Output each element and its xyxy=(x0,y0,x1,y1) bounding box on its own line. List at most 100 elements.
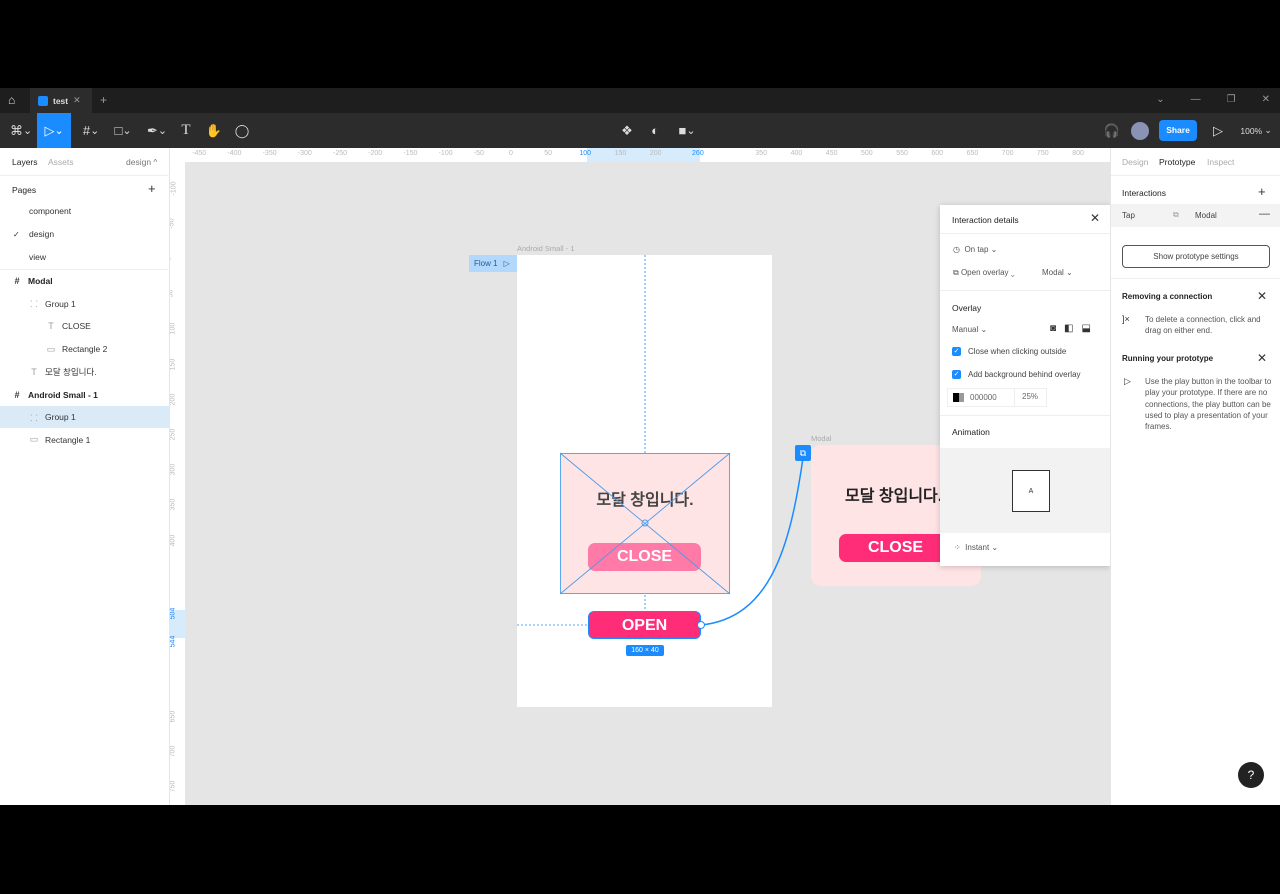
modal-frame-label[interactable]: Modal xyxy=(811,434,831,443)
add-interaction-icon[interactable]: + xyxy=(1258,184,1266,199)
center-position-icon[interactable]: ◙ xyxy=(1050,323,1056,334)
opacity-value[interactable]: 25% xyxy=(1014,388,1038,407)
overlay-icon: ⧉ xyxy=(953,268,959,277)
share-button[interactable]: Share xyxy=(1159,120,1197,141)
layer-item[interactable]: T CLOSE xyxy=(0,315,170,337)
layer-item[interactable]: # Modal xyxy=(0,270,170,292)
main-menu-icon[interactable]: ⌘ ⌄ xyxy=(6,113,36,148)
page-item[interactable]: component xyxy=(0,200,170,222)
modal-frame-text: 모달 창입니다. xyxy=(845,488,943,505)
canvas[interactable]: -450 -400 -350 -300 -250 -200 -150 -100 -50 0 50 10… xyxy=(170,148,1110,805)
close-tab-icon[interactable]: ✕ xyxy=(73,95,81,106)
file-tab[interactable]: test ✕ xyxy=(30,88,92,113)
close-tip-icon[interactable]: ✕ xyxy=(1257,289,1267,303)
text-icon: T xyxy=(48,321,54,332)
present-icon[interactable]: ▷ xyxy=(1210,113,1226,148)
removing-connection-title: Removing a connection xyxy=(1122,292,1213,301)
tab-prototype[interactable]: Prototype xyxy=(1159,157,1195,167)
layer-label: Rectangle 2 xyxy=(62,344,108,355)
home-icon[interactable]: ⌂ xyxy=(8,93,15,107)
page-item[interactable]: ✓ design xyxy=(0,223,170,245)
running-prototype-text: Use the play button in the toolbar to pl… xyxy=(1145,377,1272,432)
add-background-checkbox[interactable]: ✓ Add background behind overlay xyxy=(952,370,1081,379)
show-prototype-settings-button[interactable]: Show prototype settings xyxy=(1122,245,1270,268)
text-icon: T xyxy=(31,366,37,377)
trigger-dropdown[interactable]: ◷ On tap ⌄ xyxy=(953,245,997,254)
headphones-icon[interactable]: 🎧 xyxy=(1103,113,1121,148)
tab-layers[interactable]: Layers xyxy=(12,157,38,167)
text-tool-icon[interactable]: T xyxy=(176,113,196,148)
modal-close-button[interactable]: CLOSE xyxy=(839,534,952,562)
instant-icon: ⁘ xyxy=(954,543,961,552)
color-hex[interactable]: 000000 xyxy=(970,393,1014,402)
interaction-row[interactable]: Tap ⧉ Modal — xyxy=(1111,204,1280,227)
mask-icon[interactable]: ◐ xyxy=(646,113,664,148)
background-color-input[interactable]: 000000 25% xyxy=(947,388,1047,407)
tab-inspect[interactable]: Inspect xyxy=(1207,157,1234,167)
close-tip-icon[interactable]: ✕ xyxy=(1257,351,1267,365)
rect-icon: ▭ xyxy=(29,434,39,445)
target-dropdown[interactable]: Modal ⌄ xyxy=(1042,268,1073,277)
window-controls: ⌄ — ❐ ✕ xyxy=(1156,94,1270,105)
zoom-dropdown[interactable]: 100% ⌄ xyxy=(1238,113,1274,148)
disconnect-icon: ]× xyxy=(1122,314,1130,324)
maximize-icon[interactable]: ❐ xyxy=(1227,94,1236,105)
layer-item[interactable]: T 모달 창입니다. xyxy=(0,361,170,383)
running-prototype-title: Running your prototype xyxy=(1122,354,1214,363)
overlay-icon: ⧉ xyxy=(1173,210,1179,219)
new-tab-button[interactable]: + xyxy=(100,93,107,107)
close-window-icon[interactable]: ✕ xyxy=(1262,94,1270,105)
tab-design[interactable]: Design xyxy=(1122,157,1148,167)
position-dropdown[interactable]: Manual ⌄ xyxy=(952,325,987,334)
layer-item[interactable]: ▭ Rectangle 2 xyxy=(0,338,170,360)
clock-icon: ◷ xyxy=(953,245,960,254)
panel-title: Interaction details xyxy=(952,215,1019,225)
layer-item[interactable]: ⸬ Group 1 xyxy=(0,406,170,429)
help-button[interactable]: ? xyxy=(1238,762,1264,788)
close-icon[interactable]: ✕ xyxy=(1090,211,1100,225)
toolbar: ⌘ ⌄ ▷ ⌄ # ⌄ □ ⌄ ✒ ⌄ T ✋ ◯ ❖ ◐ ■ ⌄ 🎧 Share ▷ 1… xyxy=(0,113,1280,148)
connection-handle[interactable] xyxy=(697,621,705,629)
add-page-icon[interactable]: + xyxy=(148,181,156,196)
pen-tool-icon[interactable]: ✒ ⌄ xyxy=(144,113,170,148)
tab-assets[interactable]: Assets xyxy=(48,157,74,167)
action-dropdown[interactable]: ⧉ Open overlay ⌄ xyxy=(953,268,1015,278)
file-icon xyxy=(38,95,48,106)
properties-panel: Design Prototype Inspect Interactions + … xyxy=(1110,148,1280,805)
avatar[interactable] xyxy=(1131,122,1149,140)
interactions-title: Interactions xyxy=(1122,188,1166,198)
animation-dropdown[interactable]: ⁘ Instant ⌄ xyxy=(954,543,998,552)
page-item[interactable]: view xyxy=(0,246,170,268)
layer-item[interactable]: # Android Small - 1 xyxy=(0,384,170,406)
animation-title: Animation xyxy=(952,427,990,437)
boolean-icon[interactable]: ■ ⌄ xyxy=(674,113,700,148)
page-label: view xyxy=(29,252,47,262)
bottom-position-icon[interactable]: ⬓ xyxy=(1082,323,1091,334)
remove-interaction-icon[interactable]: — xyxy=(1259,208,1270,220)
overlay-connection-icon[interactable]: ⧉ xyxy=(795,445,811,461)
close-outside-checkbox[interactable]: ✓ Close when clicking outside xyxy=(952,347,1066,356)
rectangle-tool-icon[interactable]: □ ⌄ xyxy=(110,113,136,148)
layer-label: Group 1 xyxy=(45,412,76,423)
left-position-icon[interactable]: ◧ xyxy=(1064,323,1073,334)
move-tool-icon[interactable]: ▷ ⌄ xyxy=(37,113,71,148)
layer-item[interactable]: ▭ Rectangle 1 xyxy=(0,429,170,451)
checkbox-icon: ✓ xyxy=(952,370,961,379)
group-icon: ⸬ xyxy=(30,412,38,423)
component-icon[interactable]: ❖ xyxy=(618,113,636,148)
size-badge: 160 × 40 xyxy=(626,645,664,656)
open-button[interactable]: OPEN xyxy=(588,611,701,639)
frame-tool-icon[interactable]: # ⌄ xyxy=(78,113,104,148)
dropdown-icon[interactable]: ⌄ xyxy=(1156,94,1164,105)
page-dropdown[interactable]: design ^ xyxy=(126,157,157,167)
tab-label: test xyxy=(53,95,69,106)
hand-tool-icon[interactable]: ✋ xyxy=(204,113,224,148)
page-label: component xyxy=(29,206,72,216)
target-value: Modal xyxy=(1042,268,1064,277)
layer-item[interactable]: ⸬ Group 1 xyxy=(0,293,170,315)
overlay-title: Overlay xyxy=(952,303,982,313)
zoom-level: 100% xyxy=(1240,125,1263,136)
comment-tool-icon[interactable]: ◯ xyxy=(232,113,252,148)
trigger-value: On tap xyxy=(964,245,989,254)
minimize-icon[interactable]: — xyxy=(1191,94,1201,105)
